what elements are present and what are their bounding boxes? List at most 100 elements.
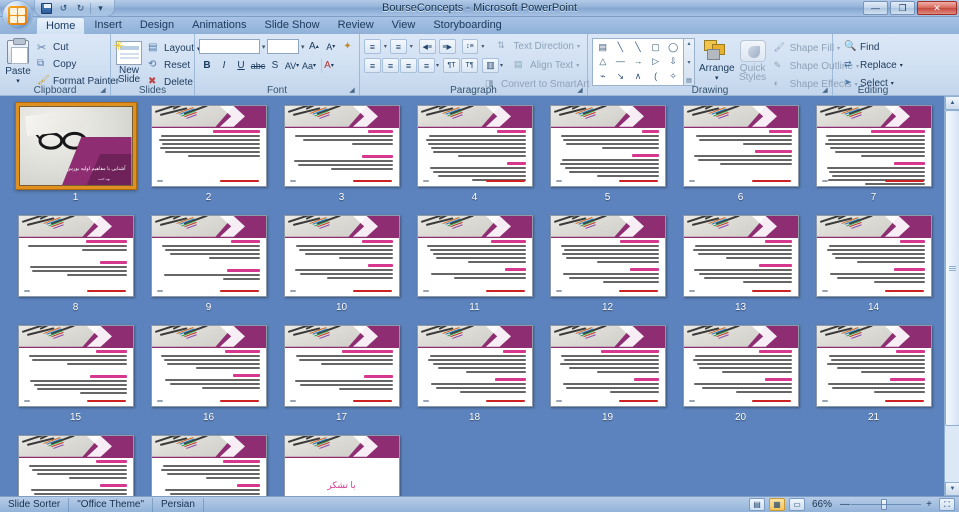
- slide-preview[interactable]: [283, 105, 400, 187]
- line-spacing-button[interactable]: ↕≡: [461, 39, 479, 54]
- slide-preview[interactable]: [549, 325, 666, 407]
- slide-preview[interactable]: [150, 435, 267, 496]
- strikethrough-button[interactable]: abc: [250, 58, 266, 73]
- zoom-track[interactable]: [851, 501, 921, 508]
- status-language[interactable]: Persian: [153, 497, 204, 512]
- slide-thumbnail-20[interactable]: 20: [674, 319, 807, 429]
- columns-dropdown-arrow[interactable]: ▾: [500, 62, 503, 69]
- underline-button[interactable]: U: [233, 58, 249, 73]
- slide-thumb-frame[interactable]: [414, 102, 536, 190]
- font-color-button[interactable]: A ▾: [321, 58, 337, 73]
- slide-preview[interactable]: [549, 215, 666, 297]
- view-normal-button[interactable]: ▤: [748, 498, 765, 511]
- gallery-scroll-down-icon[interactable]: ▾: [687, 59, 690, 66]
- slide-thumbnail-9[interactable]: 9: [142, 209, 275, 319]
- zoom-in-button[interactable]: +: [923, 499, 935, 510]
- slide-thumb-frame[interactable]: [148, 322, 270, 410]
- slide-thumbnail-17[interactable]: 17: [275, 319, 408, 429]
- shape-dash-icon[interactable]: —: [612, 55, 630, 70]
- slide-preview[interactable]: [416, 215, 533, 297]
- scrollbar-track[interactable]: [945, 110, 959, 482]
- slide-preview[interactable]: [17, 435, 134, 496]
- slide-thumbnail-23[interactable]: 23: [142, 429, 275, 496]
- bullets-dropdown-arrow[interactable]: ▾: [384, 43, 387, 50]
- slide-thumb-frame[interactable]: [547, 102, 669, 190]
- slide-preview[interactable]: [682, 215, 799, 297]
- slide-preview[interactable]: [815, 215, 932, 297]
- tab-slide-show[interactable]: Slide Show: [256, 17, 329, 34]
- drawing-dialog-launcher[interactable]: ◢: [821, 87, 829, 95]
- slide-thumbnail-15[interactable]: 15: [9, 319, 142, 429]
- align-right-button[interactable]: ≡: [400, 58, 417, 73]
- slide-thumbnail-16[interactable]: 16: [142, 319, 275, 429]
- slide-preview[interactable]: [815, 325, 932, 407]
- slide-thumbnail-21[interactable]: 21: [807, 319, 940, 429]
- slide-thumb-frame[interactable]: [547, 322, 669, 410]
- font-name-dropdown-arrow[interactable]: ▾: [262, 43, 266, 51]
- paste-button[interactable]: Paste ▾: [4, 38, 32, 89]
- slide-thumb-frame[interactable]: [148, 212, 270, 300]
- replace-button[interactable]: ⇄ Replace ▾: [841, 58, 955, 73]
- shape-block-arrow-icon[interactable]: ▷: [647, 55, 665, 70]
- find-button[interactable]: 🔍 Find: [841, 40, 955, 55]
- slide-preview[interactable]: [150, 105, 267, 187]
- slide-preview[interactable]: با تشکر: [283, 435, 400, 496]
- slide-thumb-frame[interactable]: آشنایی با مفاهیم اولیه بورس تهیه کننده: [14, 102, 137, 190]
- shape-scribble-icon[interactable]: ↘: [612, 69, 630, 84]
- columns-button[interactable]: ▥: [482, 58, 500, 73]
- shape-rectangle-icon[interactable]: ▢: [647, 40, 665, 55]
- view-slide-sorter-button[interactable]: ▦: [768, 498, 785, 511]
- minimize-button[interactable]: —: [863, 1, 888, 15]
- quick-access-toolbar[interactable]: ↺ ↻ ▾: [34, 0, 115, 17]
- customize-qat-button[interactable]: ▾: [93, 1, 108, 15]
- align-left-button[interactable]: ≡: [364, 58, 381, 73]
- numbering-button[interactable]: ≡: [389, 39, 407, 54]
- slide-preview[interactable]: [17, 325, 134, 407]
- scrollbar-thumb[interactable]: [945, 110, 959, 426]
- quick-styles-button[interactable]: Quick Styles: [739, 38, 767, 83]
- slide-thumb-frame[interactable]: [813, 322, 935, 410]
- slide-thumbnail-24[interactable]: با تشکر 24: [275, 429, 408, 496]
- slide-thumbnail-8[interactable]: 8: [9, 209, 142, 319]
- tab-insert[interactable]: Insert: [85, 17, 131, 34]
- slide-preview[interactable]: [682, 325, 799, 407]
- slide-preview[interactable]: [815, 105, 932, 187]
- slide-thumbnail-7[interactable]: 7: [807, 99, 940, 209]
- slide-thumbnail-11[interactable]: 11: [408, 209, 541, 319]
- slide-preview[interactable]: [17, 215, 134, 297]
- numbering-dropdown-arrow[interactable]: ▾: [410, 43, 413, 50]
- grow-font-button[interactable]: A ▴: [306, 39, 321, 54]
- slide-preview[interactable]: [283, 215, 400, 297]
- zoom-slider[interactable]: — +: [839, 499, 935, 510]
- slide-thumb-frame[interactable]: [281, 102, 403, 190]
- slide-thumb-frame[interactable]: [680, 102, 802, 190]
- shapes-gallery-scrollbar[interactable]: ▴ ▾ ▤: [684, 38, 695, 86]
- clipboard-dialog-launcher[interactable]: ◢: [99, 87, 107, 95]
- slide-thumb-frame[interactable]: [813, 212, 935, 300]
- slide-thumb-frame[interactable]: [15, 432, 137, 496]
- view-slideshow-button[interactable]: ▭: [788, 498, 805, 511]
- shape-textbox-icon[interactable]: ▤: [594, 40, 612, 55]
- close-button[interactable]: ✕: [917, 1, 957, 15]
- tab-storyboarding[interactable]: Storyboarding: [424, 17, 511, 34]
- slide-thumbnail-4[interactable]: 4: [408, 99, 541, 209]
- font-size-dropdown-arrow[interactable]: ▾: [301, 43, 305, 51]
- rtl-button[interactable]: T¶: [461, 58, 479, 73]
- tab-animations[interactable]: Animations: [183, 17, 255, 34]
- text-direction-button[interactable]: ⇅ Text Direction ▾: [494, 39, 583, 54]
- redo-button[interactable]: ↻: [73, 1, 88, 15]
- bold-button[interactable]: B: [199, 58, 215, 73]
- tab-view[interactable]: View: [383, 17, 425, 34]
- font-dialog-launcher[interactable]: ◢: [348, 87, 356, 95]
- slide-thumbnail-6[interactable]: 6: [674, 99, 807, 209]
- shape-left-brace-icon[interactable]: (: [647, 69, 665, 84]
- tab-design[interactable]: Design: [131, 17, 183, 34]
- slide-thumbnail-22[interactable]: 22: [9, 429, 142, 496]
- slide-thumb-frame[interactable]: [281, 322, 403, 410]
- clear-formatting-button[interactable]: ✦: [340, 39, 355, 54]
- shape-down-arrow-icon[interactable]: ⇩: [664, 55, 682, 70]
- slide-preview[interactable]: [416, 325, 533, 407]
- slide-thumb-frame[interactable]: [414, 322, 536, 410]
- justify-button[interactable]: ≡: [418, 58, 435, 73]
- slide-thumbnail-18[interactable]: 18: [408, 319, 541, 429]
